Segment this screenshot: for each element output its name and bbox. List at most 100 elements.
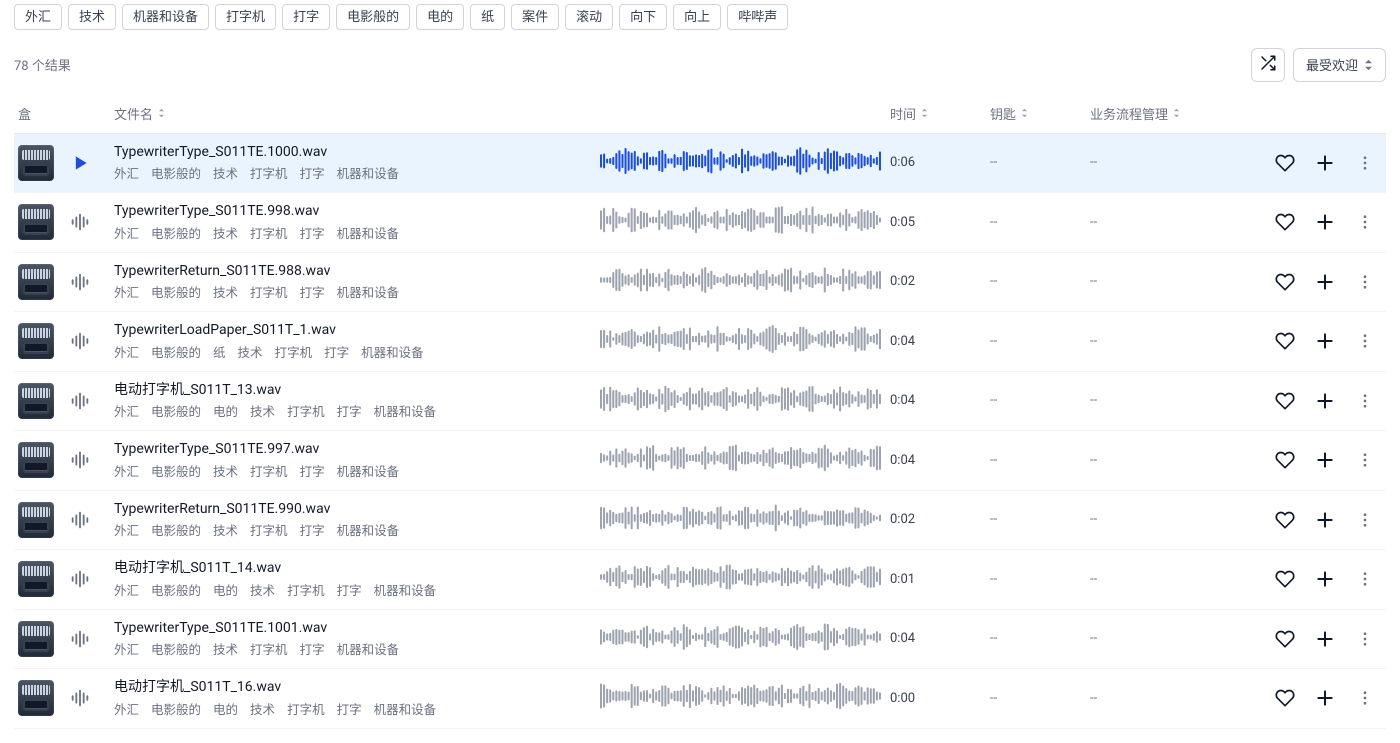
pack-thumbnail[interactable]	[18, 502, 54, 538]
file-tag[interactable]: 技术	[250, 401, 275, 420]
file-tag[interactable]: 机器和设备	[374, 401, 437, 420]
file-tag[interactable]: 打字机	[287, 580, 325, 599]
filter-tag[interactable]: 打字机	[215, 4, 276, 30]
favorite-button[interactable]	[1274, 271, 1296, 293]
more-menu-button[interactable]	[1354, 152, 1376, 174]
file-tag[interactable]: 电影般的	[151, 401, 201, 420]
file-tag[interactable]: 技术	[213, 639, 238, 658]
file-tag[interactable]: 外汇	[114, 401, 139, 420]
file-tag[interactable]: 打字	[300, 223, 325, 242]
waveform[interactable]	[600, 266, 882, 298]
add-button[interactable]	[1314, 449, 1336, 471]
col-header-bpm[interactable]: 业务流程管理	[1086, 96, 1256, 134]
waveform[interactable]	[600, 325, 882, 357]
table-row[interactable]: 电动打字机_S011T_13.wav外汇电影般的电的技术打字机打字机器和设备0:…	[14, 371, 1386, 431]
favorite-button[interactable]	[1274, 628, 1296, 650]
file-name[interactable]: TypewriterType_S011TE.1000.wav	[114, 144, 592, 162]
file-tag[interactable]: 技术	[213, 520, 238, 539]
more-menu-button[interactable]	[1354, 390, 1376, 412]
file-tag[interactable]: 电影般的	[151, 342, 201, 361]
add-button[interactable]	[1314, 509, 1336, 531]
file-tag[interactable]: 技术	[213, 282, 238, 301]
sort-dropdown[interactable]: 最受欢迎	[1293, 48, 1386, 82]
table-row[interactable]: 电动打字机_S011T_16.wav外汇电影般的电的技术打字机打字机器和设备0:…	[14, 669, 1386, 729]
file-tag[interactable]: 打字	[300, 163, 325, 182]
preview-button[interactable]	[66, 625, 94, 653]
file-tag[interactable]: 机器和设备	[337, 520, 400, 539]
file-tag[interactable]: 机器和设备	[337, 282, 400, 301]
file-tag[interactable]: 打字机	[287, 699, 325, 718]
file-tag[interactable]: 打字机	[250, 163, 288, 182]
file-tag[interactable]: 技术	[213, 223, 238, 242]
favorite-button[interactable]	[1274, 449, 1296, 471]
file-tag[interactable]: 打字机	[250, 639, 288, 658]
add-button[interactable]	[1314, 390, 1336, 412]
file-tag[interactable]: 机器和设备	[337, 223, 400, 242]
filter-tag[interactable]: 向上	[673, 4, 721, 30]
table-row[interactable]: TypewriterType_S011TE.998.wav外汇电影般的技术打字机…	[14, 193, 1386, 253]
file-tag[interactable]: 外汇	[114, 639, 139, 658]
table-row[interactable]: TypewriterReturn_S011TE.990.wav外汇电影般的技术打…	[14, 490, 1386, 550]
file-tag[interactable]: 电的	[213, 580, 238, 599]
file-tag[interactable]: 机器和设备	[361, 342, 424, 361]
favorite-button[interactable]	[1274, 687, 1296, 709]
waveform[interactable]	[600, 444, 882, 476]
table-row[interactable]: TypewriterLoadPaper_S011T_1.wav外汇电影般的纸技术…	[14, 312, 1386, 372]
add-button[interactable]	[1314, 330, 1336, 352]
preview-button[interactable]	[66, 387, 94, 415]
col-header-key[interactable]: 钥匙	[986, 96, 1086, 134]
pack-thumbnail[interactable]	[18, 680, 54, 716]
file-tag[interactable]: 打字	[337, 699, 362, 718]
file-tag[interactable]: 外汇	[114, 223, 139, 242]
favorite-button[interactable]	[1274, 568, 1296, 590]
file-tag[interactable]: 外汇	[114, 520, 139, 539]
file-tag[interactable]: 机器和设备	[337, 639, 400, 658]
file-tag[interactable]: 外汇	[114, 580, 139, 599]
file-tag[interactable]: 打字机	[275, 342, 313, 361]
file-name[interactable]: TypewriterReturn_S011TE.988.wav	[114, 263, 592, 281]
file-name[interactable]: TypewriterReturn_S011TE.990.wav	[114, 501, 592, 519]
file-tag[interactable]: 外汇	[114, 342, 139, 361]
col-header-time[interactable]: 时间	[886, 96, 986, 134]
file-name[interactable]: TypewriterType_S011TE.998.wav	[114, 203, 592, 221]
pack-thumbnail[interactable]	[18, 264, 54, 300]
filter-tag[interactable]: 打字	[282, 4, 330, 30]
add-button[interactable]	[1314, 271, 1336, 293]
file-tag[interactable]: 电影般的	[151, 639, 201, 658]
file-name[interactable]: 电动打字机_S011T_16.wav	[114, 679, 592, 697]
file-tag[interactable]: 外汇	[114, 461, 139, 480]
filter-tag[interactable]: 哔哔声	[727, 4, 788, 30]
file-tag[interactable]: 电的	[213, 401, 238, 420]
file-tag[interactable]: 技术	[213, 163, 238, 182]
filter-tag[interactable]: 向下	[619, 4, 667, 30]
filter-tag[interactable]: 技术	[68, 4, 116, 30]
file-tag[interactable]: 机器和设备	[337, 163, 400, 182]
file-tag[interactable]: 打字	[337, 580, 362, 599]
file-tag[interactable]: 纸	[213, 342, 226, 361]
filter-tag[interactable]: 案件	[511, 4, 559, 30]
file-tag[interactable]: 电影般的	[151, 223, 201, 242]
file-tag[interactable]: 打字	[300, 282, 325, 301]
favorite-button[interactable]	[1274, 390, 1296, 412]
table-row[interactable]: TypewriterType_S011TE.997.wav外汇电影般的技术打字机…	[14, 431, 1386, 491]
file-tag[interactable]: 技术	[250, 580, 275, 599]
file-tag[interactable]: 打字	[337, 401, 362, 420]
more-menu-button[interactable]	[1354, 628, 1376, 650]
more-menu-button[interactable]	[1354, 271, 1376, 293]
file-tag[interactable]: 打字机	[250, 461, 288, 480]
add-button[interactable]	[1314, 568, 1336, 590]
preview-button[interactable]	[66, 446, 94, 474]
file-tag[interactable]: 打字机	[250, 223, 288, 242]
file-tag[interactable]: 电影般的	[151, 282, 201, 301]
favorite-button[interactable]	[1274, 152, 1296, 174]
file-tag[interactable]: 外汇	[114, 163, 139, 182]
file-tag[interactable]: 打字机	[287, 401, 325, 420]
file-tag[interactable]: 打字	[300, 639, 325, 658]
file-name[interactable]: 电动打字机_S011T_14.wav	[114, 560, 592, 578]
file-name[interactable]: TypewriterLoadPaper_S011T_1.wav	[114, 322, 592, 340]
file-name[interactable]: TypewriterType_S011TE.997.wav	[114, 441, 592, 459]
table-row[interactable]: 电动打字机_S011T_14.wav外汇电影般的电的技术打字机打字机器和设备0:…	[14, 550, 1386, 610]
file-tag[interactable]: 打字	[324, 342, 349, 361]
waveform[interactable]	[600, 563, 882, 595]
file-tag[interactable]: 打字	[300, 520, 325, 539]
